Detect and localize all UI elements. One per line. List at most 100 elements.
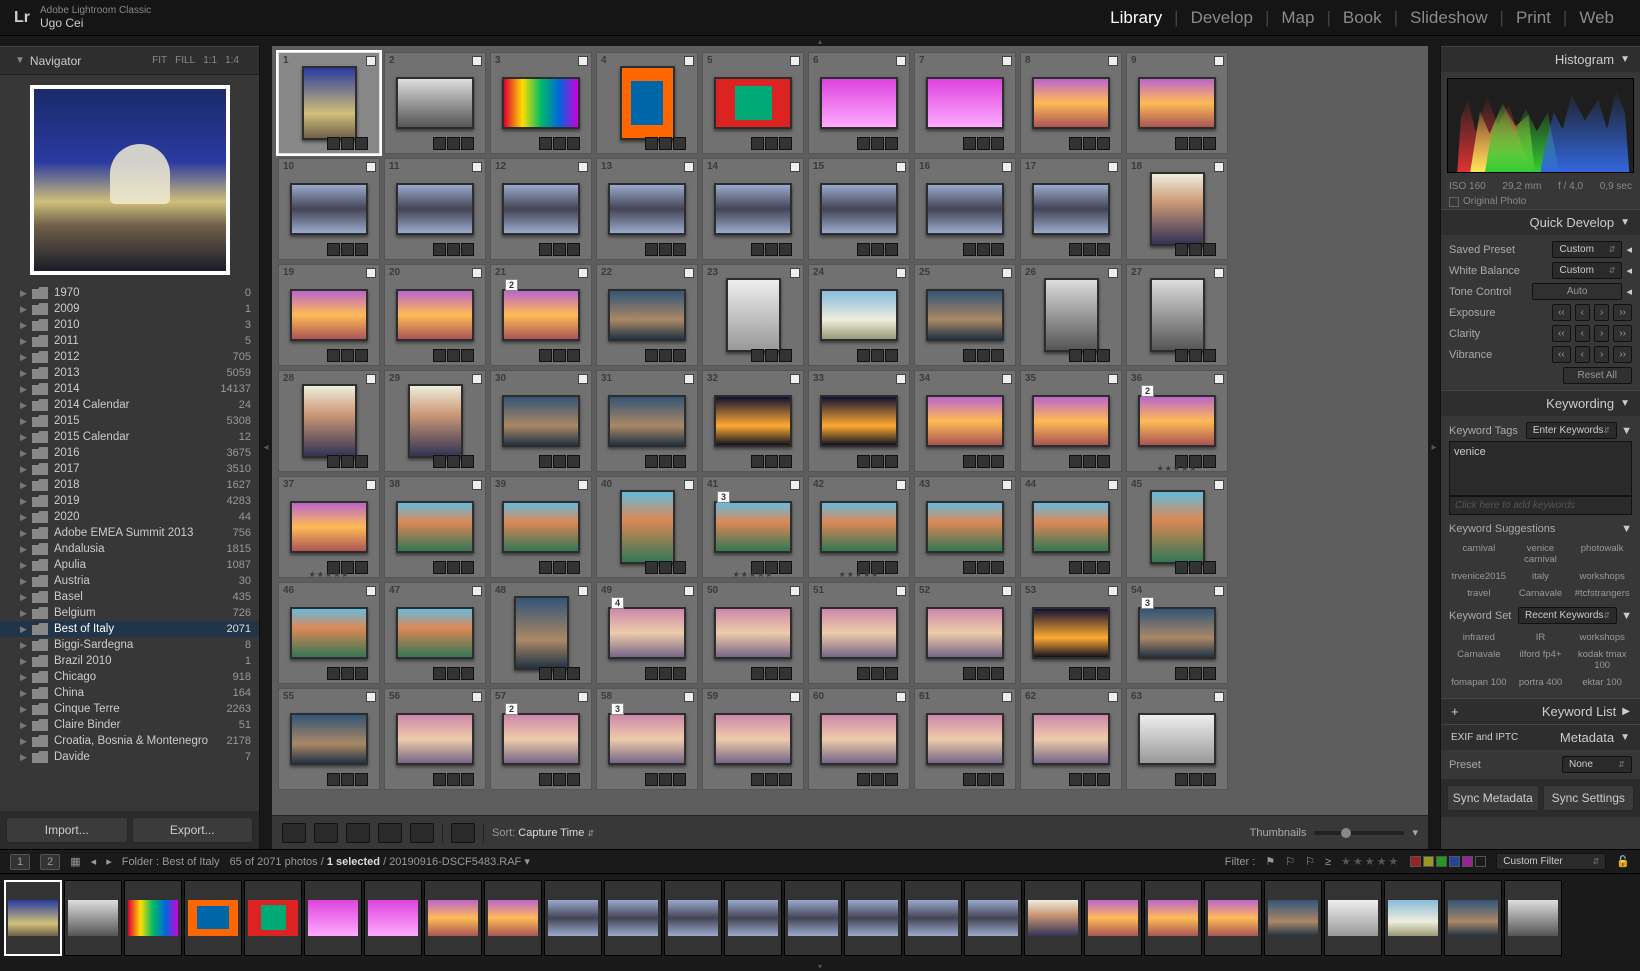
grid-cell[interactable]: 25 bbox=[914, 264, 1016, 366]
badge-icon[interactable] bbox=[341, 667, 354, 680]
grid-cell[interactable]: 38 bbox=[384, 476, 486, 578]
painter-tool-button[interactable] bbox=[451, 823, 475, 843]
badge-icon[interactable] bbox=[1069, 773, 1082, 786]
badge-icon[interactable] bbox=[433, 137, 446, 150]
grid-cell[interactable]: 22 bbox=[596, 264, 698, 366]
grid-cell[interactable]: 17 bbox=[1020, 158, 1122, 260]
flag-toggle[interactable] bbox=[1108, 162, 1118, 172]
badge-icon[interactable] bbox=[645, 561, 658, 574]
badge-icon[interactable] bbox=[553, 455, 566, 468]
badge-icon[interactable] bbox=[673, 137, 686, 150]
badge-icon[interactable] bbox=[1083, 349, 1096, 362]
grid-cell[interactable]: 43 bbox=[914, 476, 1016, 578]
keyword-recent[interactable]: infrared bbox=[1449, 630, 1509, 645]
stack-count[interactable]: 4 bbox=[611, 597, 624, 609]
flag-toggle[interactable] bbox=[790, 586, 800, 596]
zoom-FIT[interactable]: FIT bbox=[152, 55, 167, 66]
disclosure-icon[interactable]: ▶ bbox=[20, 624, 32, 635]
badge-icon[interactable] bbox=[327, 137, 340, 150]
grid-cell[interactable]: 35 bbox=[1020, 370, 1122, 472]
badge-icon[interactable] bbox=[539, 349, 552, 362]
badge-icon[interactable] bbox=[963, 137, 976, 150]
keyword-recent[interactable]: fomapan 100 bbox=[1449, 675, 1509, 690]
keyword-set-select[interactable]: Recent Keywords⇵ bbox=[1518, 607, 1617, 624]
filmstrip-cell[interactable] bbox=[964, 880, 1022, 956]
badge-icon[interactable] bbox=[977, 667, 990, 680]
thumbnail-size-slider[interactable] bbox=[1314, 831, 1404, 835]
flag-toggle[interactable] bbox=[1214, 692, 1224, 702]
badge-icon[interactable] bbox=[1189, 137, 1202, 150]
folder-row[interactable]: ▶Belgium726 bbox=[0, 605, 259, 621]
badge-icon[interactable] bbox=[327, 773, 340, 786]
navigator-header[interactable]: ▼ Navigator FITFILL1:11:4 bbox=[0, 46, 259, 75]
disclosure-icon[interactable]: ▼ bbox=[15, 55, 25, 66]
badge-icon[interactable] bbox=[991, 667, 1004, 680]
keyword-recent[interactable]: ektar 100 bbox=[1572, 675, 1632, 690]
flag-toggle[interactable] bbox=[790, 56, 800, 66]
badge-icon[interactable] bbox=[645, 773, 658, 786]
folder-row[interactable]: ▶Best of Italy2071 bbox=[0, 621, 259, 637]
disclosure-icon[interactable]: ▶ bbox=[20, 480, 32, 491]
badge-icon[interactable] bbox=[885, 773, 898, 786]
grid-cell[interactable]: 572 bbox=[490, 688, 592, 790]
folder-row[interactable]: ▶19700 bbox=[0, 285, 259, 301]
badge-icon[interactable] bbox=[673, 773, 686, 786]
badge-icon[interactable] bbox=[751, 137, 764, 150]
thumbnail-grid[interactable]: 1234567891011121314151617181920212222324… bbox=[272, 46, 1428, 815]
folder-row[interactable]: ▶Apulia1087 bbox=[0, 557, 259, 573]
disclosure-icon[interactable]: ▶ bbox=[20, 608, 32, 619]
badge-icon[interactable] bbox=[1097, 243, 1110, 256]
flag-toggle[interactable] bbox=[578, 374, 588, 384]
exposure-inc[interactable]: › bbox=[1594, 304, 1609, 321]
flag-toggle[interactable] bbox=[1002, 268, 1012, 278]
grid-cell[interactable]: 212 bbox=[490, 264, 592, 366]
badge-icon[interactable] bbox=[779, 349, 792, 362]
filmstrip-cell[interactable] bbox=[1084, 880, 1142, 956]
toolbar-menu-icon[interactable]: ▾ bbox=[1412, 826, 1418, 839]
disclosure-icon[interactable]: ▶ bbox=[20, 656, 32, 667]
badge-icon[interactable] bbox=[567, 243, 580, 256]
badge-icon[interactable] bbox=[1069, 667, 1082, 680]
badge-icon[interactable] bbox=[779, 137, 792, 150]
filmstrip[interactable] bbox=[0, 873, 1640, 961]
module-book[interactable]: Book bbox=[1331, 8, 1394, 28]
badge-icon[interactable] bbox=[857, 243, 870, 256]
rating-stars[interactable]: ★★★★★ bbox=[703, 570, 803, 579]
badge-icon[interactable] bbox=[1203, 667, 1216, 680]
badge-icon[interactable] bbox=[355, 667, 368, 680]
badge-icon[interactable] bbox=[1175, 667, 1188, 680]
grid-cell[interactable]: 5 bbox=[702, 52, 804, 154]
badge-icon[interactable] bbox=[779, 455, 792, 468]
badge-icon[interactable] bbox=[765, 773, 778, 786]
badge-icon[interactable] bbox=[1175, 773, 1188, 786]
grid-cell[interactable]: 45 bbox=[1126, 476, 1228, 578]
grid-cell[interactable]: 1 bbox=[278, 52, 380, 154]
grid-cell[interactable]: 34 bbox=[914, 370, 1016, 472]
badge-icon[interactable] bbox=[871, 667, 884, 680]
badge-icon[interactable] bbox=[341, 455, 354, 468]
badge-icon[interactable] bbox=[539, 455, 552, 468]
badge-icon[interactable] bbox=[871, 349, 884, 362]
disclosure-icon[interactable]: ▶ bbox=[20, 704, 32, 715]
badge-icon[interactable] bbox=[659, 137, 672, 150]
badge-icon[interactable] bbox=[327, 667, 340, 680]
filmstrip-cell[interactable] bbox=[844, 880, 902, 956]
badge-icon[interactable] bbox=[857, 455, 870, 468]
disclosure-icon[interactable]: ▶ bbox=[20, 560, 32, 571]
badge-icon[interactable] bbox=[433, 773, 446, 786]
badge-icon[interactable] bbox=[659, 349, 672, 362]
module-web[interactable]: Web bbox=[1567, 8, 1626, 28]
badge-icon[interactable] bbox=[1083, 243, 1096, 256]
badge-icon[interactable] bbox=[963, 667, 976, 680]
badge-icon[interactable] bbox=[1069, 455, 1082, 468]
keyword-suggestion[interactable]: Carnavale bbox=[1511, 586, 1571, 601]
badge-icon[interactable] bbox=[1083, 561, 1096, 574]
disclosure-icon[interactable]: ▶ bbox=[20, 720, 32, 731]
badge-icon[interactable] bbox=[645, 243, 658, 256]
folder-row[interactable]: ▶Biggi-Sardegna8 bbox=[0, 637, 259, 653]
badge-icon[interactable] bbox=[355, 455, 368, 468]
module-library[interactable]: Library bbox=[1098, 8, 1174, 28]
grid-cell[interactable]: 10 bbox=[278, 158, 380, 260]
filmstrip-cell[interactable] bbox=[1204, 880, 1262, 956]
grid-cell[interactable]: 39 bbox=[490, 476, 592, 578]
